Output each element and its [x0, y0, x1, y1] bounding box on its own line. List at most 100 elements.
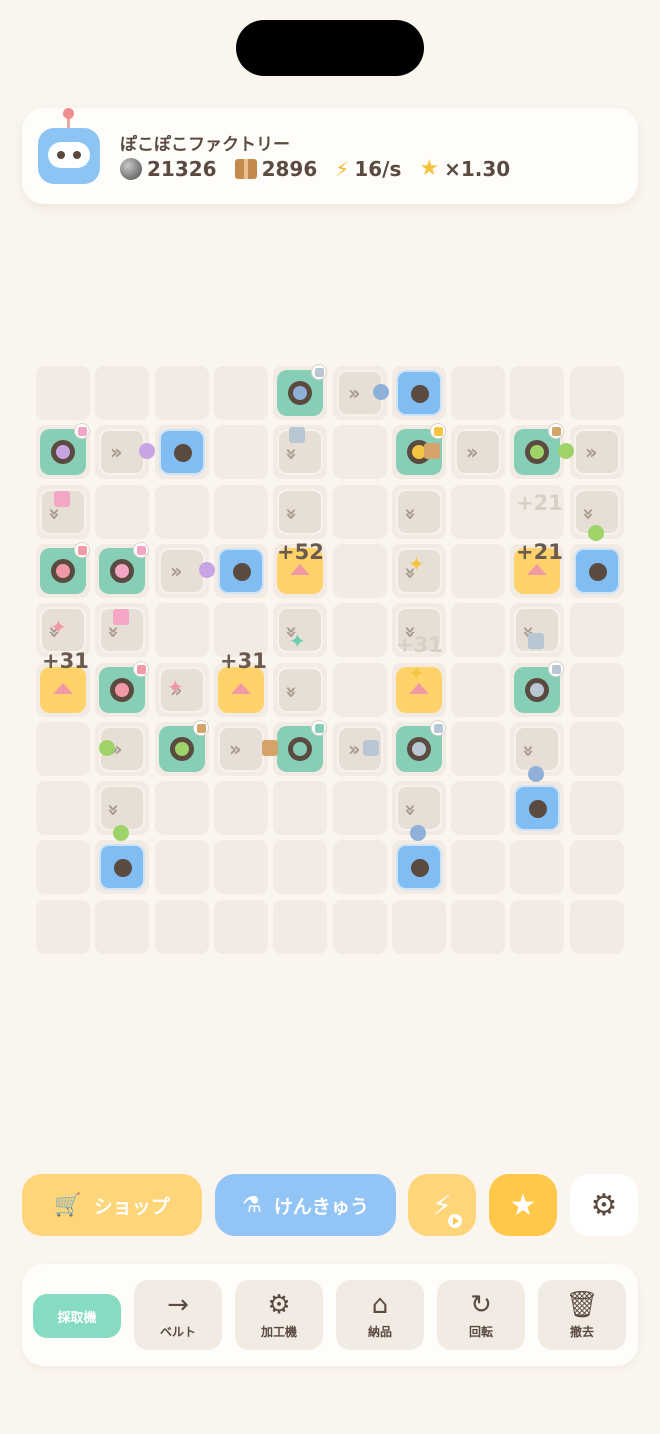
grid-cell[interactable] [510, 840, 564, 894]
resource-badge [133, 542, 149, 558]
miner-tile[interactable] [40, 423, 90, 475]
grid-cell[interactable] [214, 425, 268, 479]
favorite-button[interactable]: ★ [489, 1174, 557, 1236]
delivery-depot-tile[interactable] [396, 370, 442, 416]
miner-tile[interactable] [99, 661, 149, 713]
tool-miner-label: 採取機 [57, 1310, 97, 1326]
shop-label: ショップ [93, 1195, 170, 1218]
grid-cell[interactable] [214, 781, 268, 835]
miner-tile[interactable] [277, 720, 327, 772]
grid-cell[interactable] [333, 603, 387, 657]
grid-cell[interactable] [333, 781, 387, 835]
tool-rotate[interactable]: ↻ 回転 [437, 1280, 525, 1350]
tool-belt[interactable]: → ベルト [134, 1280, 222, 1350]
grid-cell[interactable] [333, 485, 387, 539]
grid-cell[interactable] [214, 900, 268, 954]
grid-cell[interactable] [36, 840, 90, 894]
grid-cell[interactable] [36, 722, 90, 776]
grid-cell[interactable] [95, 366, 149, 420]
grid-cell[interactable] [333, 663, 387, 717]
grid-cell[interactable] [333, 544, 387, 598]
grid-cell[interactable] [36, 900, 90, 954]
grid-cell[interactable] [214, 840, 268, 894]
delivery-depot-tile[interactable] [574, 548, 620, 594]
miner-tile[interactable] [514, 661, 564, 713]
grid-cell[interactable] [570, 900, 624, 954]
grid-cell[interactable] [155, 366, 209, 420]
grid-cell[interactable] [570, 781, 624, 835]
grid-cell[interactable] [155, 781, 209, 835]
processor-tile[interactable] [218, 667, 264, 713]
grid-cell[interactable] [36, 366, 90, 420]
grid-cell[interactable] [214, 485, 268, 539]
score-popup: +31 [396, 633, 443, 657]
grid-cell[interactable] [570, 663, 624, 717]
miner-tile[interactable] [99, 542, 149, 594]
delivery-depot-tile[interactable] [99, 844, 145, 890]
chevron-right-icon: ›› [348, 737, 361, 761]
tool-delivery[interactable]: ⌂ 納品 [336, 1280, 424, 1350]
belt-tile[interactable]: ›› [277, 489, 323, 535]
grid-cell[interactable] [570, 603, 624, 657]
belt-tile[interactable]: ›› [455, 429, 501, 475]
settings-button[interactable]: ⚙ [570, 1174, 638, 1236]
grid-cell[interactable] [510, 900, 564, 954]
score-popup: +31 [220, 649, 267, 673]
grid-cell[interactable] [451, 603, 505, 657]
belt-tile[interactable]: ›› [574, 429, 620, 475]
grid-cell[interactable] [333, 425, 387, 479]
chevron-right-icon: ›› [466, 440, 479, 464]
star-icon: ★ [509, 1187, 537, 1223]
shop-button[interactable]: 🛒 ショップ [22, 1174, 202, 1236]
resource-item [528, 766, 544, 782]
grid-cell[interactable] [451, 544, 505, 598]
lightning-icon: ⚡ [335, 156, 350, 181]
grid-cell[interactable] [333, 840, 387, 894]
boost-button[interactable]: ⚡ [408, 1174, 476, 1236]
belt-tile[interactable]: ›› [277, 667, 323, 713]
grid-cell[interactable] [95, 900, 149, 954]
delivery-depot-tile[interactable] [396, 844, 442, 890]
grid-cell[interactable] [273, 900, 327, 954]
grid-cell[interactable] [570, 366, 624, 420]
box-stat: 2896 [234, 157, 317, 181]
grid-cell[interactable] [570, 722, 624, 776]
grid-cell[interactable] [333, 900, 387, 954]
delivery-depot-tile[interactable] [218, 548, 264, 594]
grid-cell[interactable] [451, 781, 505, 835]
miner-tile[interactable] [40, 542, 90, 594]
grid-cell[interactable] [451, 840, 505, 894]
grid-cell[interactable] [155, 900, 209, 954]
belt-tile[interactable]: ›› [218, 726, 264, 772]
miner-tile[interactable] [277, 364, 327, 416]
grid-cell[interactable] [273, 840, 327, 894]
grid-cell[interactable] [451, 366, 505, 420]
tool-processor[interactable]: ⚙ 加工機 [235, 1280, 323, 1350]
grid-cell[interactable] [155, 840, 209, 894]
delivery-depot-tile[interactable] [159, 429, 205, 475]
miner-tile[interactable] [396, 720, 446, 772]
research-button[interactable]: ⚗ けんきゅう [215, 1174, 396, 1236]
grid-cell[interactable] [451, 485, 505, 539]
grid-cell[interactable] [36, 781, 90, 835]
miner-tile[interactable] [514, 423, 564, 475]
delivery-depot-tile[interactable] [514, 785, 560, 831]
grid-cell[interactable] [451, 722, 505, 776]
resource-core [115, 564, 129, 578]
grid-cell[interactable] [155, 485, 209, 539]
grid-cell[interactable] [392, 900, 446, 954]
miner-tile[interactable] [159, 720, 209, 772]
grid-cell[interactable] [451, 663, 505, 717]
grid-cell[interactable] [570, 840, 624, 894]
grid-cell[interactable] [155, 603, 209, 657]
grid-cell[interactable] [214, 366, 268, 420]
tool-miner[interactable]: 採取機 [33, 1294, 121, 1338]
grid-cell[interactable] [451, 900, 505, 954]
grid-cell[interactable] [510, 366, 564, 420]
grid-cell[interactable] [273, 781, 327, 835]
grid-cell[interactable] [95, 485, 149, 539]
belt-tile[interactable]: ›› [396, 489, 442, 535]
tool-remove[interactable]: 🗑 撤去 [538, 1280, 626, 1350]
processor-tile[interactable] [40, 667, 86, 713]
resource-core [412, 742, 426, 756]
